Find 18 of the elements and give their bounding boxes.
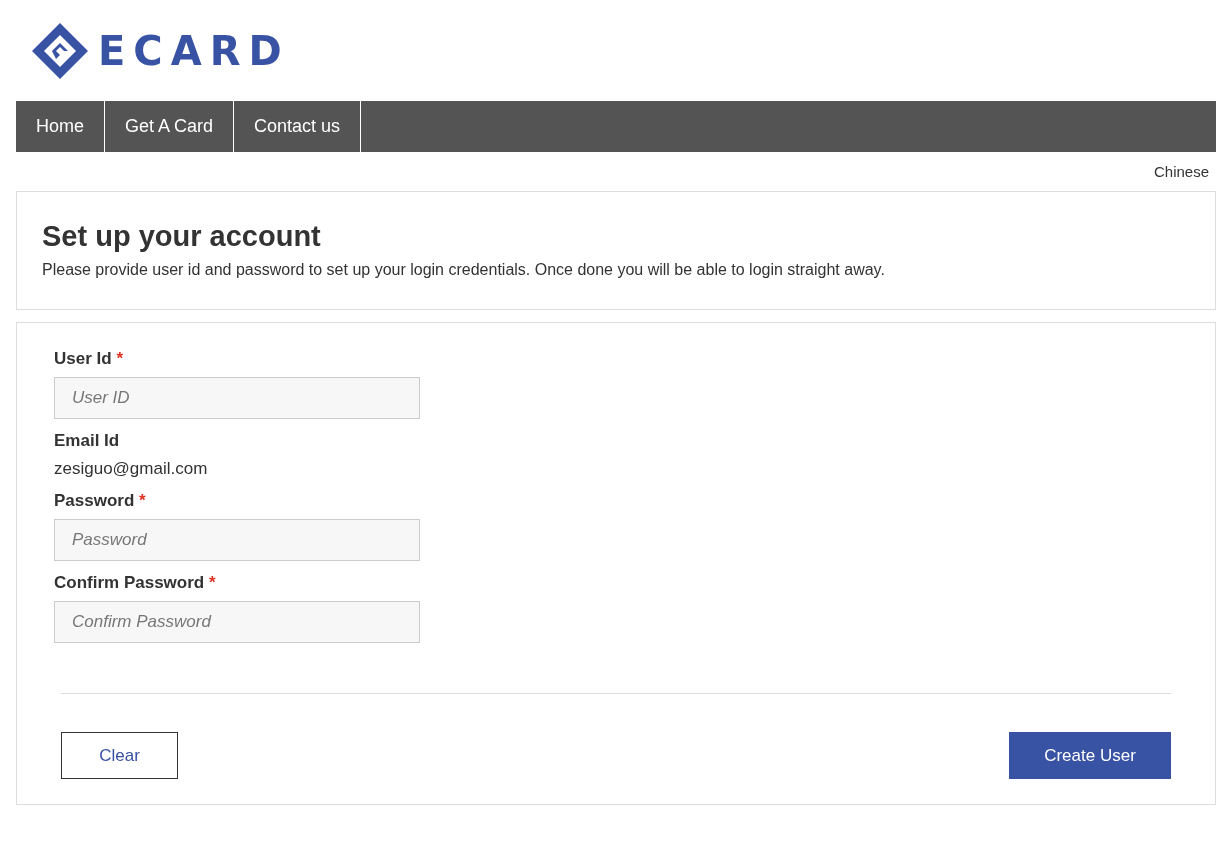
input-field[interactable]: Password [54, 519, 420, 561]
field-label: User Id * [54, 349, 124, 369]
language-link[interactable]: Chinese [1153, 163, 1216, 180]
intro-text: Please provide user id and password to set up your login credentials. Once done you will be able to login straight away. [42, 261, 886, 279]
page-title: Set up your account [42, 220, 322, 253]
clear-button[interactable]: Clear [61, 732, 178, 779]
nav-item[interactable]: Get A Card [105, 101, 235, 152]
field-label: Email Id [54, 431, 121, 451]
field-value: zesiguo@gmail.com [54, 459, 209, 479]
input-field[interactable]: User ID [54, 377, 420, 419]
input-field[interactable]: Confirm Password [54, 601, 420, 643]
create-user-button[interactable]: Create User [1009, 732, 1171, 779]
logo-icon [30, 20, 90, 81]
field-label: Confirm Password * [54, 573, 217, 593]
nav-item[interactable]: Home [16, 101, 105, 152]
logo-text: ECARD [98, 27, 290, 74]
field-label: Password * [54, 491, 147, 511]
nav-item[interactable]: Contact us [234, 101, 362, 152]
